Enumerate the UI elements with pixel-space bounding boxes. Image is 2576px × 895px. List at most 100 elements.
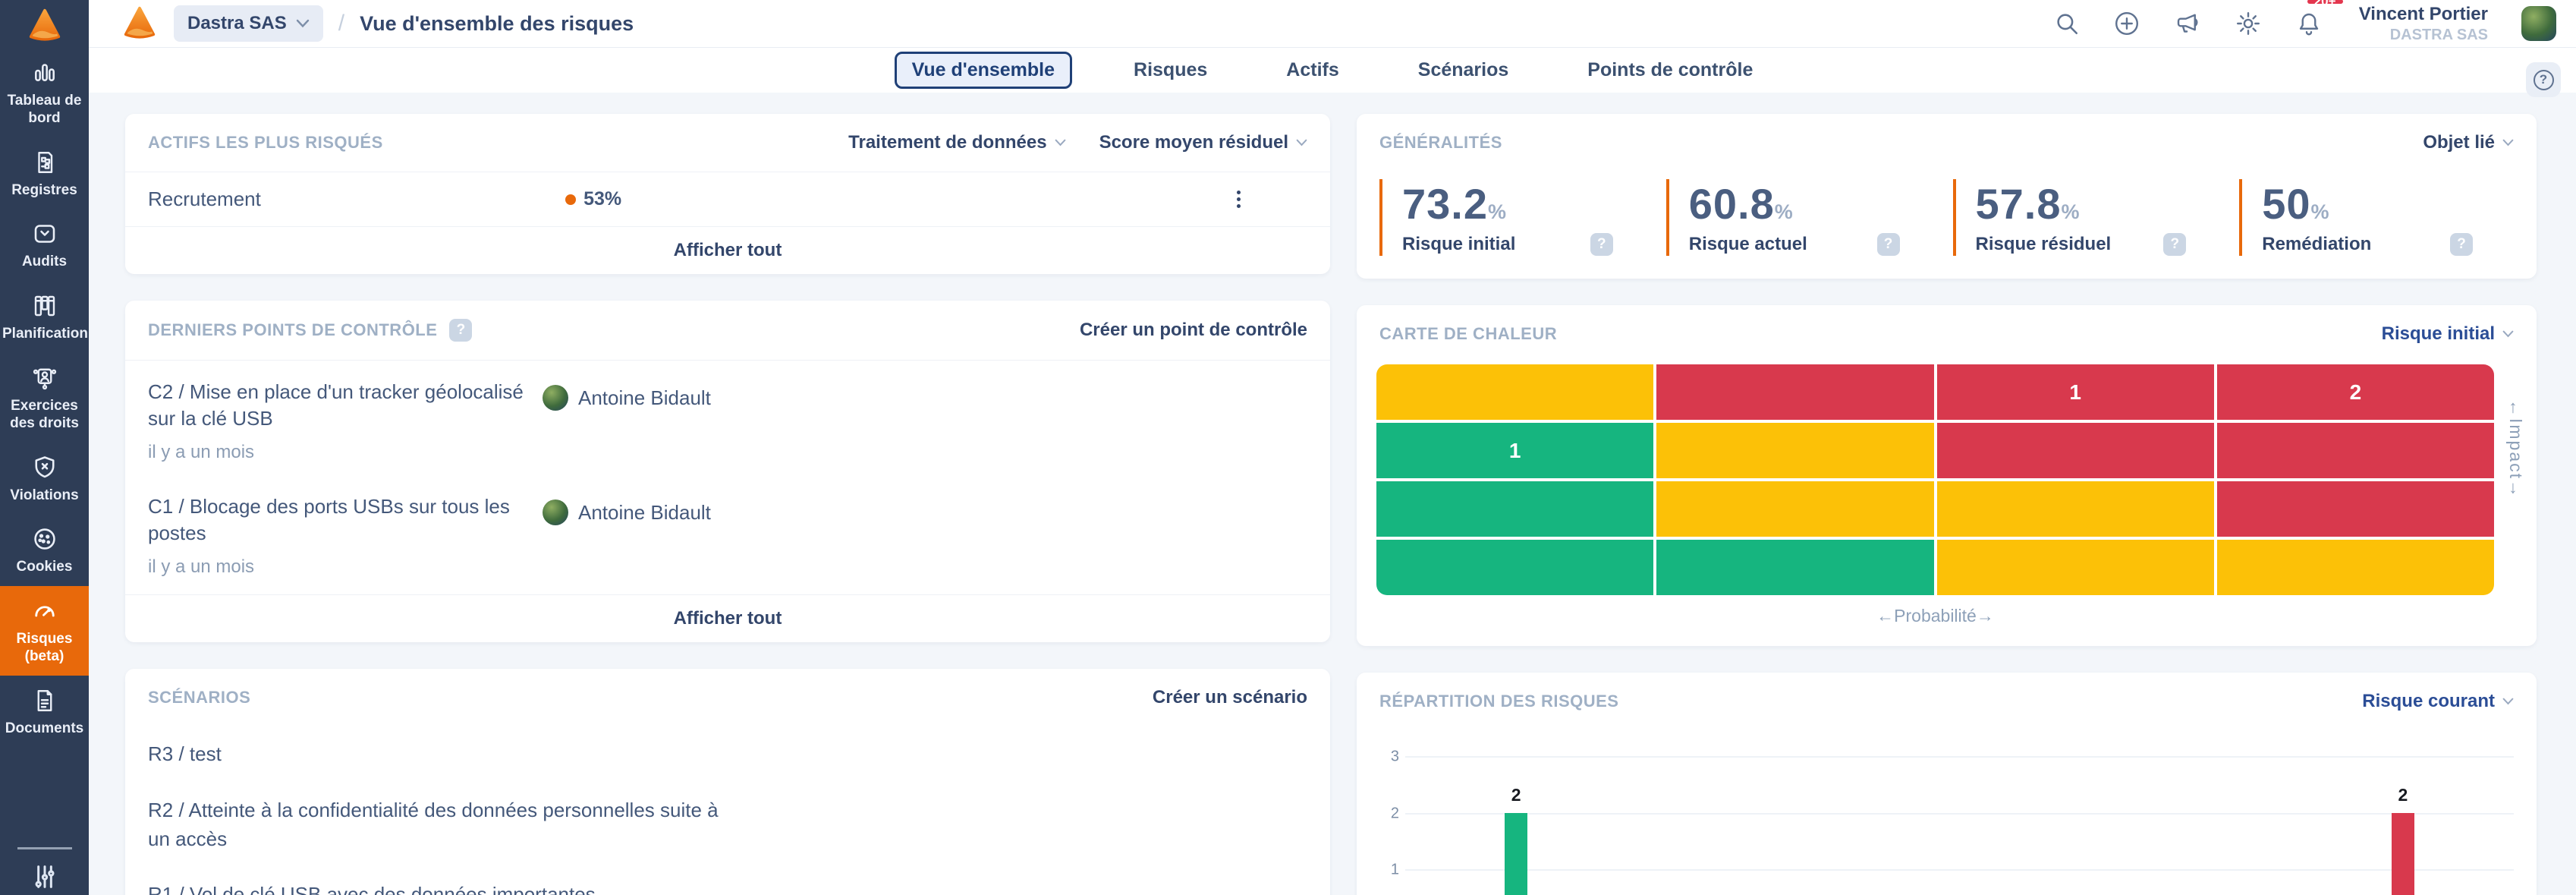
sidebar-item-cookies[interactable]: Cookies [0,514,89,586]
y-axis-tick: 2 [1379,805,1399,822]
sidebar-item-label: Cookies [2,559,86,576]
sidebar-item-audits[interactable]: Audits [0,209,89,281]
bar [2392,813,2414,895]
panel-title: RÉPARTITION DES RISQUES [1379,692,1618,711]
help-button[interactable]: ? [2526,62,2561,97]
show-all-assets-link[interactable]: Afficher tout [125,226,1330,274]
heatmap-cell[interactable] [1656,364,1933,420]
panel-title: CARTE DE CHALEUR [1379,324,1557,344]
chevron-down-icon [2502,330,2514,338]
sidebar-item-planification[interactable]: Planification [0,281,89,353]
heatmap: 1 2 1 [1357,363,2537,646]
heatmap-cell[interactable] [1656,481,1933,537]
heatmap-cell[interactable] [1937,423,2214,478]
y-axis-tick: 1 [1379,862,1399,879]
distribution-metric-filter[interactable]: Risque courant [2362,691,2514,712]
chevron-down-icon [2502,139,2514,147]
tab-actifs[interactable]: Actifs [1269,52,1356,89]
notification-count-badge: 20+ [2307,0,2343,4]
user-avatar[interactable] [2521,6,2556,41]
sidebar-item-label: Registres [2,182,86,200]
heatmap-cell[interactable] [1376,364,1653,420]
help-tooltip-icon[interactable]: ? [1877,233,1900,256]
tab-risques[interactable]: Risques [1116,52,1225,89]
tab-points-de-controle[interactable]: Points de contrôle [1570,52,1770,89]
linked-object-filter[interactable]: Objet lié [2423,132,2514,153]
scenario-row[interactable]: R1 / Vol de clé USB avec des données imp… [125,867,1330,895]
control-point-row[interactable]: C2 / Mise en place d'un tracker géolocal… [125,360,1330,480]
document-icon [2,687,86,714]
search-icon[interactable] [2054,11,2080,36]
page-title: Vue d'ensemble des risques [360,12,634,36]
heatmap-cell[interactable] [1376,540,1653,595]
sidebar-item-documents[interactable]: Documents [0,676,89,748]
cookie-icon [2,525,86,553]
heatmap-cell[interactable] [2217,540,2494,595]
sidebar-item-registres[interactable]: Registres [0,137,89,210]
control-point-age: il y a un mois [148,556,543,578]
control-point-owner: Antoine Bidault [543,499,711,525]
audits-icon [2,220,86,247]
heatmap-grid: 1 2 1 [1376,364,2494,595]
heatmap-cell[interactable] [1937,481,2214,537]
sidebar-item-risques[interactable]: Risques (beta) [0,586,89,676]
sidebar-item-exercices-des-droits[interactable]: Exercices des droits [0,353,89,443]
asset-type-filter[interactable]: Traitement de données [848,132,1065,153]
help-tooltip-icon[interactable]: ? [1590,233,1613,256]
heatmap-cell[interactable]: 2 [2217,364,2494,420]
sidebar-divider [17,847,72,849]
row-menu-button[interactable] [1229,184,1248,214]
asset-row[interactable]: Recrutement 53% [125,172,1330,226]
show-all-control-points-link[interactable]: Afficher tout [125,594,1330,642]
bar-chart: 3 2 1 0 2 0 0 0 2 [1357,730,2537,895]
help-tooltip-icon[interactable]: ? [449,319,472,342]
breadcrumb-separator: / [338,11,344,36]
bell-icon [2295,10,2323,37]
help-tooltip-icon[interactable]: ? [2163,233,2186,256]
heatmap-cell[interactable] [1656,423,1933,478]
heatmap-cell[interactable] [1937,540,2214,595]
workspace-selector[interactable]: Dastra SAS [174,5,323,42]
panel-generalites: GÉNÉRALITÉS Objet lié 73.2% Risque initi… [1357,114,2537,279]
owner-avatar [543,499,568,525]
bar-category-column: 0 [1848,756,2070,895]
bar-category-column: 0 [2071,756,2292,895]
sidebar-item-violations[interactable]: Violations [0,443,89,515]
panel-scenarios: SCÉNARIOS Créer un scénario R3 / test R2… [125,669,1330,895]
heatmap-cell[interactable] [1376,481,1653,537]
user-name: Vincent Portier [2359,4,2488,25]
control-point-title: C1 / Blocage des ports USBs sur tous les… [148,493,543,547]
stat-remediation: 50% Remédiation? [2239,179,2514,256]
sliders-icon[interactable] [0,862,89,892]
create-control-point-link[interactable]: Créer un point de contrôle [1080,320,1307,341]
gear-icon[interactable] [2235,10,2262,37]
chevron-down-icon [296,19,310,28]
sidebar-item-tableau-de-bord[interactable]: Tableau de bord [0,48,89,137]
heatmap-cell[interactable] [2217,481,2494,537]
score-metric-filter[interactable]: Score moyen résiduel [1099,132,1307,153]
heatmap-metric-filter[interactable]: Risque initial [2382,323,2514,345]
control-point-row[interactable]: C1 / Blocage des ports USBs sur tous les… [125,480,1330,594]
sidebar-item-label: Audits [2,254,86,271]
user-menu[interactable]: Vincent Portier DASTRA SAS [2359,4,2488,44]
sidebar-nav: Tableau de bord Registres Audits [0,48,89,748]
heatmap-cell[interactable] [1656,540,1933,595]
control-point-age: il y a un mois [148,442,543,463]
notifications-bell[interactable]: 20+ [2295,10,2323,37]
add-icon[interactable] [2113,10,2140,37]
heatmap-cell[interactable]: 1 [1376,423,1653,478]
heatmap-cell[interactable]: 1 [1937,364,2214,420]
help-tooltip-icon[interactable]: ? [2450,233,2473,256]
workspace-logo [122,5,157,43]
tab-scenarios[interactable]: Scénarios [1401,52,1527,89]
sidebar-item-label: Risques (beta) [2,631,86,666]
panel-heatmap: CARTE DE CHALEUR Risque initial [1357,305,2537,646]
chevron-down-icon [1055,139,1066,147]
heatmap-cell[interactable] [2217,423,2494,478]
app-logo[interactable] [0,0,89,48]
announcements-icon[interactable] [2174,10,2201,37]
create-scenario-link[interactable]: Créer un scénario [1153,687,1307,708]
tab-vue-densemble[interactable]: Vue d'ensemble [895,52,1072,89]
scenario-row[interactable]: R2 / Atteinte à la confidentialité des d… [125,783,1330,867]
scenario-row[interactable]: R3 / test [125,726,1330,783]
